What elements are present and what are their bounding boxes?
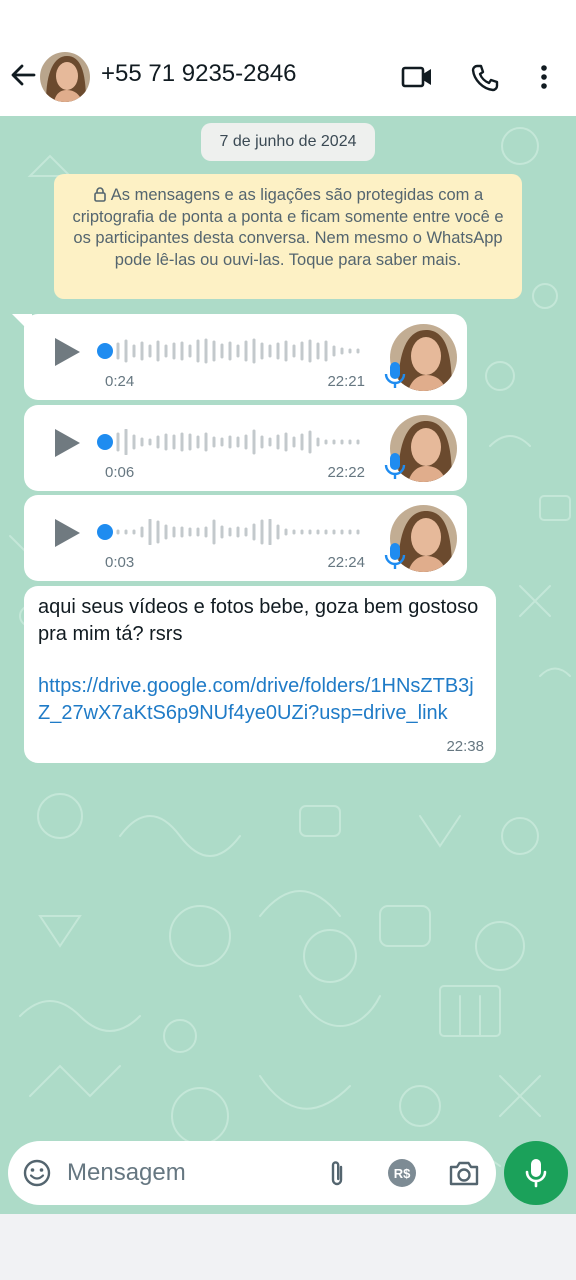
payment-icon[interactable]: R$: [387, 1158, 417, 1188]
waveform[interactable]: [96, 429, 364, 455]
microphone-icon: [525, 1159, 547, 1188]
text-message[interactable]: aqui seus vídeos e fotos bebe, goza bem …: [24, 586, 496, 763]
payment-label: R$: [394, 1166, 411, 1181]
message-text: aqui seus vídeos e fotos bebe, goza bem …: [38, 596, 479, 645]
message-composer: Mensagem R$: [8, 1141, 496, 1205]
microphone-icon: [384, 362, 406, 388]
video-call-icon[interactable]: [400, 62, 434, 92]
message-time: 22:22: [327, 464, 365, 481]
message-input[interactable]: Mensagem: [67, 1159, 186, 1187]
contact-avatar[interactable]: [40, 52, 90, 102]
microphone-icon: [384, 453, 406, 479]
play-icon[interactable]: [52, 517, 82, 549]
navigation-bar-area: [0, 1214, 576, 1280]
emoji-icon[interactable]: [22, 1158, 52, 1188]
voice-duration: 0:06: [105, 464, 135, 481]
camera-icon[interactable]: [448, 1159, 480, 1187]
voice-message[interactable]: 0:03 22:24: [24, 495, 467, 581]
message-time: 22:24: [327, 554, 365, 571]
message-link[interactable]: https://drive.google.com/drive/folders/1…: [38, 673, 474, 726]
paperclip-icon[interactable]: [324, 1158, 350, 1188]
message-time: 22:21: [327, 373, 365, 390]
voice-message[interactable]: 0:24 22:21: [24, 314, 467, 400]
waveform[interactable]: [96, 519, 364, 545]
lock-icon: [93, 187, 106, 202]
voice-record-button[interactable]: [504, 1141, 568, 1205]
message-time: 22:38: [446, 738, 484, 755]
encryption-notice-text: As mensagens e as ligações são protegida…: [72, 186, 504, 269]
more-vert-icon[interactable]: [530, 62, 558, 92]
voice-duration: 0:03: [105, 554, 135, 571]
play-icon[interactable]: [52, 336, 82, 368]
encryption-notice[interactable]: As mensagens e as ligações são protegida…: [54, 174, 522, 299]
waveform[interactable]: [96, 338, 364, 364]
date-separator: 7 de junho de 2024: [201, 123, 375, 161]
microphone-icon: [384, 543, 406, 569]
contact-name[interactable]: +55 71 9235-2846: [101, 60, 297, 88]
arrow-back-icon[interactable]: [8, 60, 38, 90]
voice-message[interactable]: 0:06 22:22: [24, 405, 467, 491]
chat-area[interactable]: 7 de junho de 2024 As mensagens e as lig…: [0, 116, 576, 1214]
chat-header: +55 71 9235-2846: [0, 0, 576, 116]
play-icon[interactable]: [52, 427, 82, 459]
voice-duration: 0:24: [105, 373, 135, 390]
phone-call-icon[interactable]: [469, 62, 501, 94]
